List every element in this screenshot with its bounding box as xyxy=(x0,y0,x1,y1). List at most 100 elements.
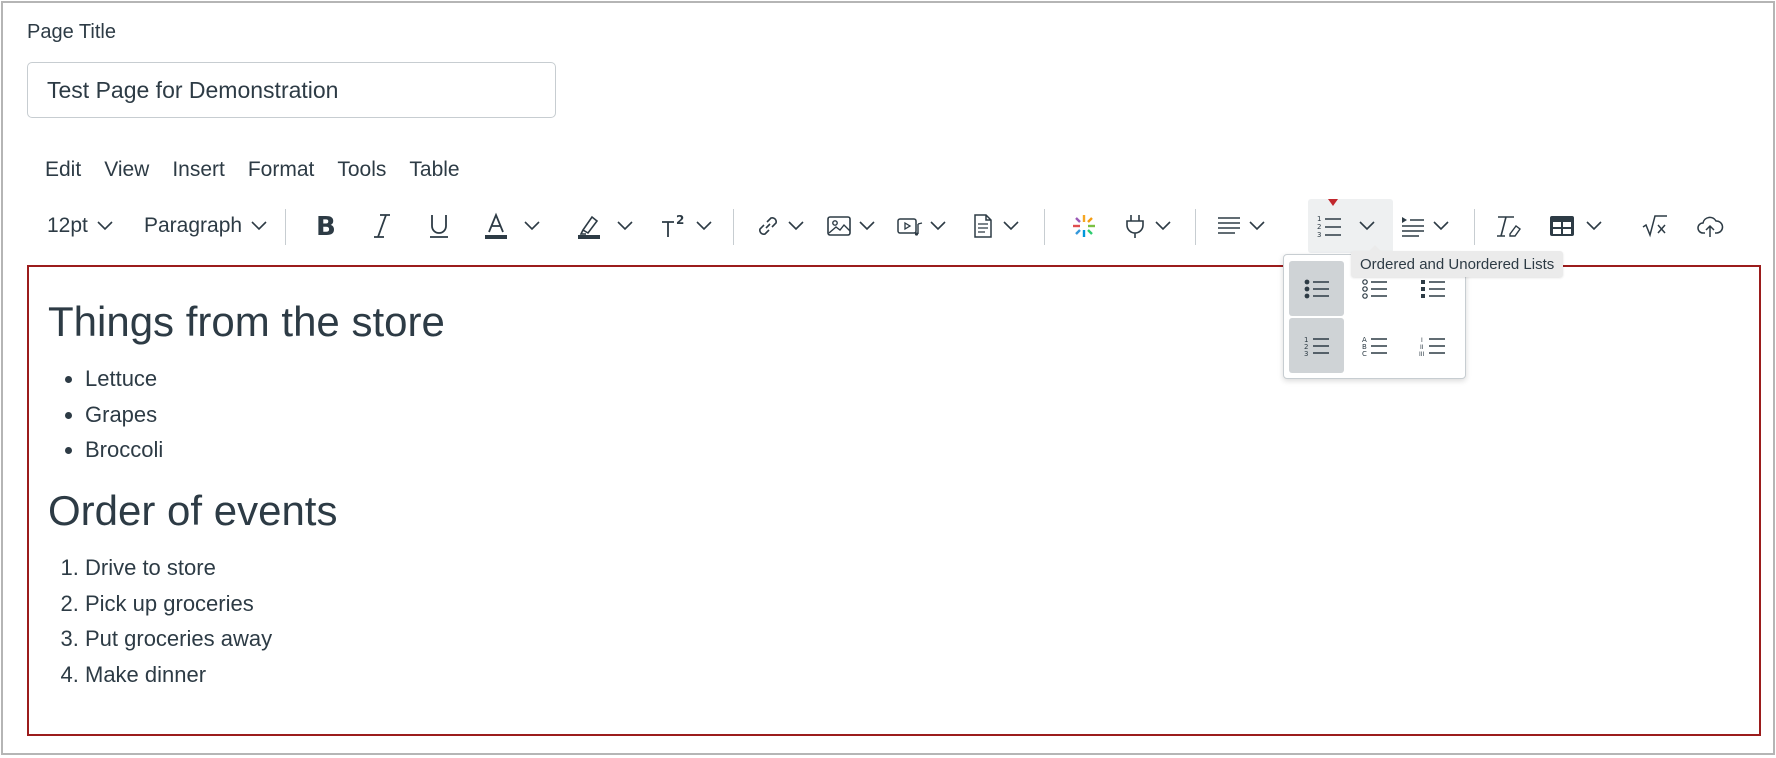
apps-button[interactable] xyxy=(1070,199,1098,253)
list-item: Pick up groceries xyxy=(85,586,445,622)
table-dropdown[interactable] xyxy=(1548,199,1602,253)
svg-text:III: III xyxy=(1419,351,1425,358)
bold-button[interactable]: B xyxy=(312,199,340,253)
chevron-down-icon xyxy=(1359,221,1375,231)
ordered-list-icon: 1 2 3 xyxy=(1317,215,1341,239)
plugin-dropdown[interactable] xyxy=(1121,199,1171,253)
svg-text:C: C xyxy=(1362,350,1367,358)
chevron-down-icon xyxy=(251,221,267,231)
table-icon xyxy=(1550,216,1574,236)
toolbar-separator xyxy=(285,209,286,245)
document-dropdown[interactable] xyxy=(969,199,1019,253)
bullet-disc-icon xyxy=(1304,279,1329,298)
bold-icon: B xyxy=(316,212,336,240)
list-item: Grapes xyxy=(85,397,445,433)
menu-insert[interactable]: Insert xyxy=(162,155,235,185)
menu-tools[interactable]: Tools xyxy=(327,155,396,185)
editor-frame: Page Title Edit View Insert Format Tools… xyxy=(1,1,1775,755)
bullet-square-icon xyxy=(1420,279,1445,298)
superscript-icon: 2 xyxy=(662,213,684,237)
svg-text:I: I xyxy=(1421,337,1423,344)
svg-text:3: 3 xyxy=(1317,231,1321,239)
align-dropdown[interactable] xyxy=(1215,199,1265,253)
plugin-icon xyxy=(1126,215,1144,238)
list-item: Put groceries away xyxy=(85,621,445,657)
menu-edit[interactable]: Edit xyxy=(35,155,91,185)
chevron-down-icon xyxy=(1586,221,1602,231)
lists-tooltip: Ordered and Unordered Lists xyxy=(1351,245,1564,277)
apps-icon xyxy=(1073,215,1095,237)
math-equation-button[interactable] xyxy=(1641,199,1669,253)
toolbar-separator xyxy=(1474,209,1475,245)
bullet-circle-icon xyxy=(1361,278,1387,299)
numbered-alpha-icon: A B C xyxy=(1362,336,1387,358)
list-item: Broccoli xyxy=(85,432,445,468)
svg-text:1: 1 xyxy=(1317,215,1321,223)
chevron-down-icon xyxy=(1003,221,1019,231)
svg-text:3: 3 xyxy=(1304,350,1308,358)
menu-format[interactable]: Format xyxy=(238,155,325,185)
font-size-dropdown[interactable]: 12pt xyxy=(47,199,113,253)
chevron-down-icon xyxy=(1155,221,1171,231)
underline-button[interactable] xyxy=(425,199,453,253)
toolbar-separator xyxy=(1195,209,1196,245)
image-icon xyxy=(827,216,851,236)
svg-text:B: B xyxy=(316,212,336,240)
clear-formatting-button[interactable] xyxy=(1494,199,1522,253)
numbered-list: Drive to store Pick up groceries Put gro… xyxy=(48,550,445,692)
heading-order-of-events: Order of events xyxy=(48,486,338,534)
media-dropdown[interactable] xyxy=(896,199,946,253)
underline-icon xyxy=(430,215,448,238)
chevron-down-icon xyxy=(696,221,712,231)
cloud-upload-icon xyxy=(1697,216,1724,237)
chevron-down-icon xyxy=(524,221,540,231)
page-title-label: Page Title xyxy=(27,21,116,43)
numbered-list-decimal-option[interactable]: 1 2 3 xyxy=(1289,318,1344,373)
link-dropdown[interactable] xyxy=(754,199,804,253)
menu-table[interactable]: Table xyxy=(399,155,469,185)
superscript-dropdown[interactable]: 2 xyxy=(660,199,712,253)
menu-view[interactable]: View xyxy=(94,155,159,185)
chevron-down-icon xyxy=(617,221,633,231)
heading-things-from-store: Things from the store xyxy=(48,298,445,345)
list-item: Lettuce xyxy=(85,361,445,397)
menubar: Edit View Insert Format Tools Table xyxy=(35,155,473,185)
cloud-upload-button[interactable] xyxy=(1696,199,1724,253)
toolbar: 12pt Paragraph B 2 1 2 3 xyxy=(27,199,1763,253)
image-dropdown[interactable] xyxy=(825,199,875,253)
block-format-dropdown[interactable]: Paragraph xyxy=(144,199,267,253)
chevron-down-icon xyxy=(788,221,804,231)
italic-icon xyxy=(374,214,390,238)
font-size-value: 12pt xyxy=(47,214,88,237)
page-title-input[interactable] xyxy=(27,62,556,118)
toolbar-separator xyxy=(1044,209,1045,245)
italic-button[interactable] xyxy=(368,199,396,253)
numbered-decimal-icon: 1 2 3 xyxy=(1304,336,1329,358)
toolbar-separator xyxy=(733,209,734,245)
highlight-icon xyxy=(578,215,600,239)
bulleted-list-disc-option[interactable] xyxy=(1289,261,1344,316)
indent-icon xyxy=(1402,217,1424,237)
document-icon xyxy=(974,214,992,238)
rich-content-area[interactable]: Things from the store Lettuce Grapes Bro… xyxy=(27,265,1761,736)
media-icon xyxy=(897,218,923,236)
list-item: Make dinner xyxy=(85,657,445,693)
numbered-list-alpha-option[interactable]: A B C xyxy=(1347,318,1402,373)
block-format-value: Paragraph xyxy=(144,214,243,237)
svg-text:2: 2 xyxy=(676,213,684,227)
math-equation-icon xyxy=(1642,215,1667,238)
clear-formatting-icon xyxy=(1497,216,1521,237)
text-color-dropdown[interactable] xyxy=(482,199,540,253)
lists-dropdown[interactable]: 1 2 3 xyxy=(1315,199,1375,253)
chevron-down-icon xyxy=(930,221,946,231)
chevron-down-icon xyxy=(1433,221,1449,231)
editor-content: Things from the store Lettuce Grapes Bro… xyxy=(48,297,445,710)
svg-text:II: II xyxy=(1420,344,1424,351)
highlight-color-dropdown[interactable] xyxy=(575,199,633,253)
chevron-down-icon xyxy=(97,221,113,231)
numbered-list-roman-option[interactable]: I II III xyxy=(1405,318,1460,373)
indent-dropdown[interactable] xyxy=(1399,199,1449,253)
svg-text:2: 2 xyxy=(1317,223,1321,231)
chevron-down-icon xyxy=(859,221,875,231)
text-color-icon xyxy=(485,212,507,239)
